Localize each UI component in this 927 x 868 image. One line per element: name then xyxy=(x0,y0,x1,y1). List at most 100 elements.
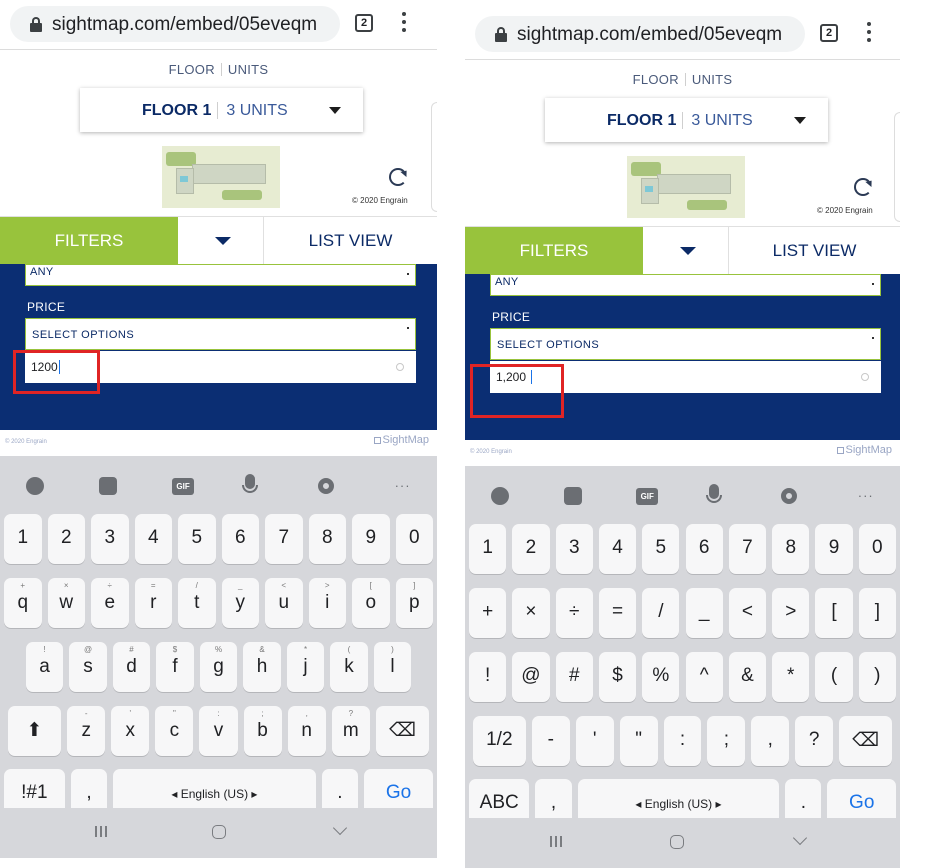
key-o[interactable]: [o xyxy=(352,578,390,628)
key-4[interactable]: 4 xyxy=(598,524,637,574)
price-select[interactable]: SELECT OPTIONS xyxy=(25,318,416,350)
key-9[interactable]: 9 xyxy=(815,524,853,574)
key-plus[interactable]: + xyxy=(469,588,507,638)
key-exclamation[interactable]: ! xyxy=(469,652,507,702)
mode-units-link[interactable]: UNITS xyxy=(692,72,733,87)
site-plan-thumbnail[interactable] xyxy=(162,146,280,208)
key-semicolon[interactable]: ; xyxy=(707,716,746,766)
list-view-button[interactable]: LIST VIEW xyxy=(729,227,900,275)
more-icon[interactable]: ··· xyxy=(854,484,878,508)
key-shift[interactable]: ⬆ xyxy=(7,706,62,756)
emoji-icon[interactable] xyxy=(491,487,510,505)
key-w[interactable]: × w xyxy=(47,578,85,628)
key-0[interactable]: 0 xyxy=(395,514,433,564)
key-ampersand[interactable]: & xyxy=(728,652,767,702)
key-f[interactable]: $ f xyxy=(156,642,194,692)
key-slash[interactable]: / xyxy=(642,588,680,638)
key-backspace[interactable]: ⌫ xyxy=(839,716,893,766)
key-r[interactable]: = r xyxy=(134,578,172,628)
mode-floor-link[interactable]: FLOOR xyxy=(633,72,679,87)
key-p[interactable]: ] p xyxy=(395,578,433,628)
more-icon[interactable]: ··· xyxy=(391,474,415,498)
sticker-icon[interactable] xyxy=(99,477,118,495)
key-j[interactable]: * j xyxy=(286,642,325,692)
key-comma[interactable]: , xyxy=(751,716,790,766)
refresh-icon[interactable] xyxy=(389,168,407,186)
key-open-paren[interactable]: ( xyxy=(815,652,853,702)
key-8[interactable]: 8 xyxy=(308,514,346,564)
key-k[interactable]: (k xyxy=(330,642,368,692)
key-3[interactable]: 3 xyxy=(555,524,593,574)
key-6[interactable]: 6 xyxy=(685,524,723,574)
key-question[interactable]: ? xyxy=(795,716,834,766)
key-a[interactable]: ! a xyxy=(25,642,64,692)
key-close-bracket[interactable]: ] xyxy=(858,588,896,638)
key-colon[interactable]: : xyxy=(663,716,702,766)
key-m[interactable]: ? m xyxy=(331,706,370,756)
browser-menu-icon[interactable] xyxy=(867,22,871,44)
key-2[interactable]: 2 xyxy=(512,524,550,574)
key-0[interactable]: 0 xyxy=(858,524,896,574)
filters-toggle-button[interactable] xyxy=(178,217,264,265)
refresh-icon[interactable] xyxy=(854,178,872,196)
key-quote[interactable]: " xyxy=(619,716,658,766)
tab-switcher-button[interactable]: 2 xyxy=(355,14,373,32)
mode-units-link[interactable]: UNITS xyxy=(228,62,269,77)
key-9[interactable]: 9 xyxy=(352,514,390,564)
key-7[interactable]: 7 xyxy=(265,514,303,564)
key-u[interactable]: < u xyxy=(265,578,303,628)
key-e[interactable]: ÷ e xyxy=(91,578,129,628)
key-dollar[interactable]: $ xyxy=(598,652,637,702)
key-n[interactable]: ,n xyxy=(287,706,326,756)
key-2[interactable]: 2 xyxy=(47,514,85,564)
mic-icon[interactable] xyxy=(705,484,722,503)
floor-selector[interactable]: FLOOR 1 3 UNITS xyxy=(545,98,828,142)
filters-button[interactable]: FILTERS xyxy=(465,227,643,275)
key-s[interactable]: @ s xyxy=(69,642,107,692)
key-1[interactable]: 1 xyxy=(4,514,42,564)
key-asterisk[interactable]: * xyxy=(772,652,810,702)
back-icon[interactable] xyxy=(332,820,348,836)
back-icon[interactable] xyxy=(792,830,808,846)
any-select[interactable]: ANY xyxy=(490,274,881,296)
key-more-symbols[interactable]: 1/2 xyxy=(472,716,526,766)
key-greater-than[interactable]: > xyxy=(772,588,810,638)
list-view-button[interactable]: LIST VIEW xyxy=(264,217,437,265)
key-5[interactable]: 5 xyxy=(178,514,216,564)
key-percent[interactable]: % xyxy=(642,652,680,702)
key-i[interactable]: > i xyxy=(308,578,346,628)
key-apostrophe[interactable]: ' xyxy=(575,716,614,766)
price-select[interactable]: SELECT OPTIONS xyxy=(490,328,881,360)
key-5[interactable]: 5 xyxy=(642,524,680,574)
key-g[interactable]: % g xyxy=(199,642,238,692)
key-c[interactable]: " c xyxy=(155,706,194,756)
gif-icon[interactable]: GIF xyxy=(636,488,659,505)
key-d[interactable]: # d xyxy=(112,642,151,692)
key-8[interactable]: 8 xyxy=(772,524,810,574)
recent-apps-icon[interactable] xyxy=(95,826,109,837)
key-l[interactable]: ) l xyxy=(373,642,412,692)
key-1[interactable]: 1 xyxy=(469,524,507,574)
tab-switcher-button[interactable]: 2 xyxy=(820,24,838,42)
browser-menu-icon[interactable] xyxy=(402,12,406,34)
gear-icon[interactable] xyxy=(317,478,334,494)
key-7[interactable]: 7 xyxy=(728,524,767,574)
key-caret[interactable]: ^ xyxy=(685,652,723,702)
key-q[interactable]: + q xyxy=(4,578,42,628)
url-bar[interactable]: sightmap.com/embed/05eveqm xyxy=(475,16,805,52)
key-times[interactable]: × xyxy=(512,588,550,638)
key-hash[interactable]: # xyxy=(555,652,593,702)
filters-toggle-button[interactable] xyxy=(643,227,729,275)
key-4[interactable]: 4 xyxy=(134,514,172,564)
key-t[interactable]: / t xyxy=(178,578,216,628)
key-at[interactable]: @ xyxy=(512,652,550,702)
gif-icon[interactable]: GIF xyxy=(172,478,195,495)
site-plan-thumbnail[interactable] xyxy=(627,156,745,218)
emoji-icon[interactable] xyxy=(26,477,45,495)
any-select[interactable]: ANY xyxy=(25,264,416,286)
key-close-paren[interactable]: ) xyxy=(858,652,896,702)
key-6[interactable]: 6 xyxy=(221,514,259,564)
key-b[interactable]: ; b xyxy=(243,706,282,756)
key-divide[interactable]: ÷ xyxy=(555,588,593,638)
sticker-icon[interactable] xyxy=(563,487,582,505)
